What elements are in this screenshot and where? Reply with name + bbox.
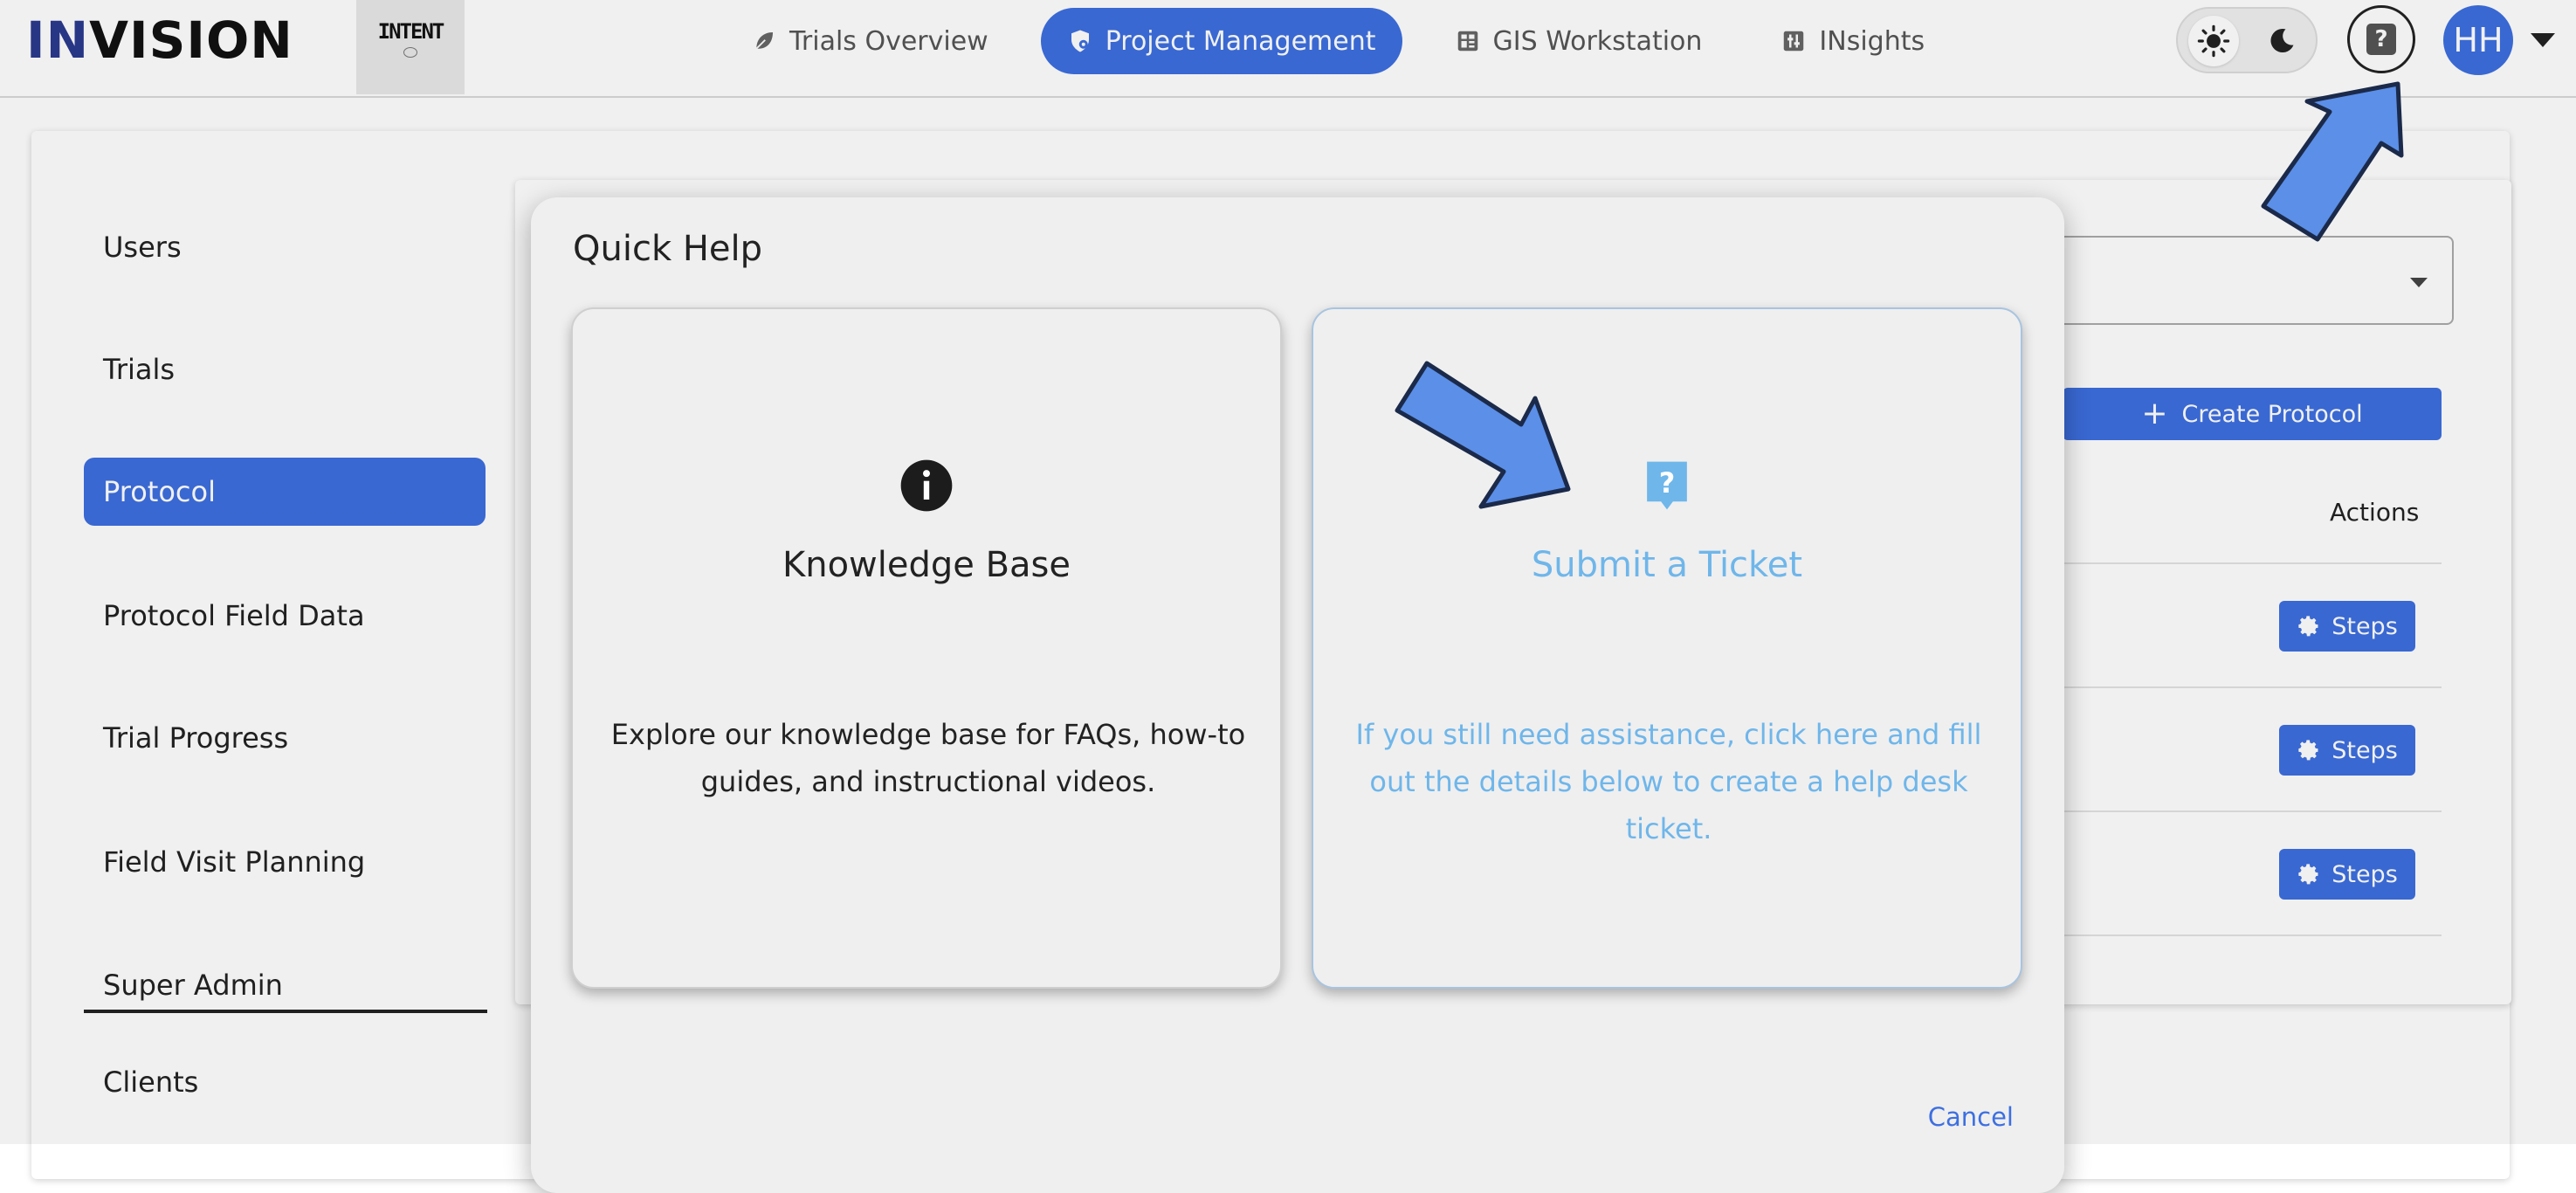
- knowledge-base-description: Explore our knowledge base for FAQs, how…: [610, 718, 1246, 798]
- cancel-button[interactable]: Cancel: [1928, 1102, 2014, 1132]
- knowledge-base-title: Knowledge Base: [782, 545, 1071, 585]
- help-ticket-icon: ?: [1647, 461, 1687, 510]
- submit-ticket-title: Submit a Ticket: [1531, 545, 1803, 585]
- annotation-arrow-ticket: [1395, 361, 1571, 509]
- info-icon: [900, 459, 953, 512]
- dialog-title: Quick Help: [573, 229, 763, 269]
- svg-text:?: ?: [1659, 466, 1676, 500]
- knowledge-base-card[interactable]: Knowledge Base Explore our knowledge bas…: [571, 307, 1282, 989]
- submit-ticket-description: If you still need assistance, click here…: [1355, 718, 1982, 845]
- annotation-arrow-help: [2261, 81, 2404, 242]
- quick-help-dialog: Quick Help Knowledge Base Explore our kn…: [531, 197, 2064, 1193]
